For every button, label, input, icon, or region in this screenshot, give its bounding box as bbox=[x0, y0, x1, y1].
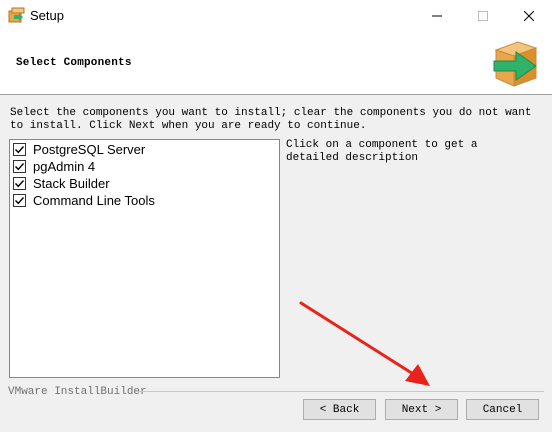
list-item[interactable]: PostgreSQL Server bbox=[13, 141, 145, 158]
maximize-button[interactable] bbox=[460, 0, 506, 31]
list-item[interactable]: Stack Builder bbox=[13, 175, 110, 192]
back-button[interactable]: < Back bbox=[303, 399, 376, 420]
checkbox-postgresql-server[interactable] bbox=[13, 143, 26, 156]
checkmark-icon bbox=[15, 146, 25, 154]
component-label: Stack Builder bbox=[33, 176, 110, 191]
component-label: pgAdmin 4 bbox=[33, 159, 96, 174]
list-item[interactable]: pgAdmin 4 bbox=[13, 158, 95, 175]
next-button[interactable]: Next > bbox=[385, 399, 458, 420]
title-bar: Setup bbox=[0, 0, 552, 31]
window-title: Setup bbox=[30, 8, 64, 23]
close-icon bbox=[524, 10, 534, 21]
checkbox-command-line-tools[interactable] bbox=[13, 194, 26, 207]
components-list[interactable]: PostgreSQL Server pgAdmin 4 Stack Builde… bbox=[9, 139, 280, 378]
wizard-header: Select Components bbox=[0, 31, 552, 95]
installbuilder-brand: VMware InstallBuilder bbox=[8, 386, 147, 398]
installer-package-icon bbox=[493, 41, 538, 87]
instructions-text: Select the components you want to instal… bbox=[10, 107, 532, 132]
app-icon bbox=[8, 7, 25, 23]
component-label: Command Line Tools bbox=[33, 193, 155, 208]
footer-divider bbox=[136, 391, 544, 392]
component-description: Click on a component to get a detailed d… bbox=[286, 139, 478, 164]
minimize-button[interactable] bbox=[414, 0, 460, 31]
cancel-button[interactable]: Cancel bbox=[466, 399, 539, 420]
checkbox-stack-builder[interactable] bbox=[13, 177, 26, 190]
checkmark-icon bbox=[15, 180, 25, 188]
component-label: PostgreSQL Server bbox=[33, 142, 146, 157]
page-title: Select Components bbox=[16, 57, 132, 69]
checkmark-icon bbox=[15, 163, 25, 171]
list-item[interactable]: Command Line Tools bbox=[13, 192, 155, 209]
checkbox-pgadmin[interactable] bbox=[13, 160, 26, 173]
checkmark-icon bbox=[15, 197, 25, 205]
close-button[interactable] bbox=[506, 0, 552, 31]
maximize-icon bbox=[478, 10, 488, 21]
minimize-icon bbox=[432, 15, 442, 16]
